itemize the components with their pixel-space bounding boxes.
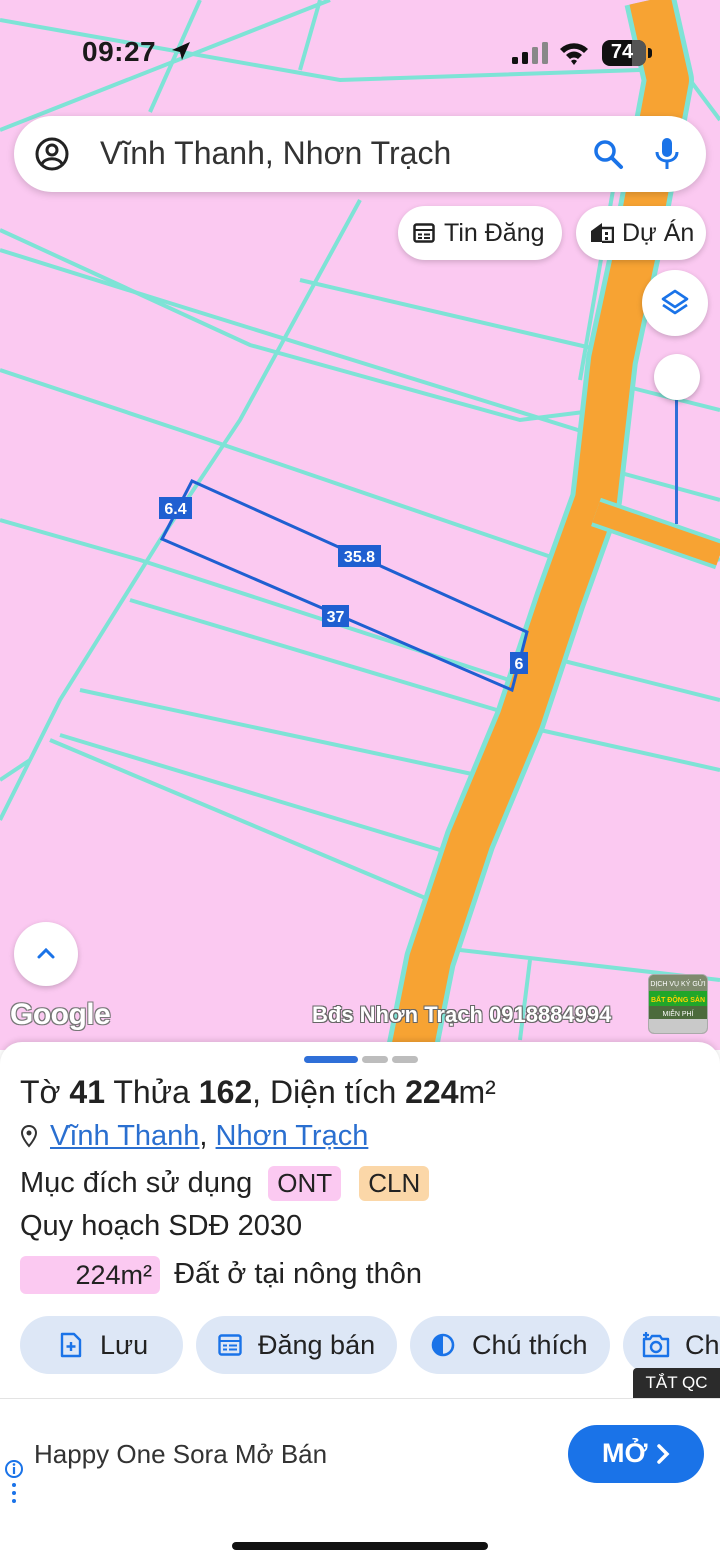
ad-text[interactable]: Happy One Sora Mở Bán (34, 1439, 327, 1470)
search-bar[interactable]: Vĩnh Thanh, Nhơn Trạch (14, 116, 706, 192)
promo-line-1: DỊCH VỤ KÝ GỬI (650, 979, 705, 988)
camera-add-icon (642, 1332, 670, 1358)
legend-button[interactable]: Chú thích (410, 1316, 610, 1374)
listings-chip[interactable]: Tin Đăng (398, 206, 562, 260)
building-icon (591, 223, 614, 243)
plan-area-value: 224m² (75, 1260, 152, 1290)
map-watermark: Bđs Nhơn Trạch 0918884994 (312, 1002, 612, 1027)
projects-chip[interactable]: Dự Án (576, 206, 706, 260)
promo-thumbnail[interactable]: DỊCH VỤ KÝ GỬI BẤT ĐỘNG SẢN MIỄN PHÍ (648, 974, 708, 1034)
battery-icon: 74 (602, 40, 652, 66)
ad-open-button[interactable]: MỞ (568, 1425, 704, 1483)
expand-up-button[interactable] (14, 922, 78, 986)
wifi-icon (560, 43, 588, 65)
save-button-label: Lưu (100, 1330, 149, 1360)
land-use-tag-cln: CLN (359, 1166, 430, 1201)
projects-chip-label: Dự Án (622, 219, 695, 247)
search-input[interactable]: Vĩnh Thanh, Nhơn Trạch (100, 135, 451, 172)
location-arrow-icon (172, 42, 190, 60)
sheet-page-indicator[interactable] (362, 1056, 388, 1063)
status-time: 09:27 (82, 36, 157, 67)
hide-ads-button[interactable]: TẮT QC (633, 1368, 720, 1398)
plan-area-row: 224m² Đất ở tại nông thôn (20, 1256, 422, 1294)
edge-label-east: 6 (515, 656, 524, 673)
plan-color-swatch: 224m² (20, 1256, 160, 1294)
area-value: 224 (405, 1074, 459, 1110)
parcel-title: Tờ 41 Thửa 162, Diện tích 224m² (20, 1074, 496, 1111)
parcel-number: 162 (198, 1074, 253, 1110)
parcel-location: Vĩnh Thanh, Nhơn Trạch (20, 1120, 368, 1153)
chevron-up-icon (37, 947, 55, 959)
listing-icon (218, 1334, 242, 1356)
commune-link[interactable]: Vĩnh Thanh (50, 1120, 199, 1152)
layers-button[interactable] (642, 270, 708, 336)
capture-button-label: Ch (685, 1330, 720, 1360)
district-link[interactable]: Nhơn Trạch (216, 1120, 369, 1152)
capture-button[interactable]: Ch (623, 1316, 720, 1374)
edge-label-north: 35.8 (344, 549, 375, 566)
contrast-icon (431, 1333, 455, 1357)
parcel-label: Thửa (113, 1074, 190, 1110)
location-pin-icon (20, 1124, 38, 1148)
land-use-tag-ont: ONT (268, 1166, 342, 1201)
sheet-number: 41 (69, 1074, 106, 1110)
layers-icon (661, 289, 689, 315)
post-for-sale-label: Đăng bán (258, 1330, 376, 1360)
edge-label-west: 6.4 (164, 501, 186, 518)
account-icon[interactable] (34, 136, 70, 172)
promo-line-3: MIỄN PHÍ (662, 1009, 693, 1018)
listings-icon (413, 223, 435, 243)
file-add-icon (60, 1332, 82, 1358)
search-icon[interactable] (592, 138, 624, 170)
ad-open-label: MỞ (602, 1438, 648, 1468)
legend-button-label: Chú thích (472, 1330, 588, 1360)
sheet-page-indicator-active[interactable] (304, 1056, 358, 1063)
edge-label-south: 37 (327, 609, 345, 626)
save-button[interactable]: Lưu (20, 1316, 183, 1374)
plan-land-type: Đất ở tại nông thôn (174, 1257, 423, 1290)
sheet-page-indicator[interactable] (392, 1056, 418, 1063)
battery-level: 74 (610, 41, 634, 63)
ad-info-icon[interactable] (4, 1459, 24, 1507)
promo-thumbnail-image: DỊCH VỤ KÝ GỬI BẤT ĐỘNG SẢN MIỄN PHÍ (649, 975, 707, 1033)
chevron-right-icon (657, 1444, 670, 1464)
sheet-prefix: Tờ (20, 1074, 61, 1110)
cellular-signal-icon (512, 42, 548, 64)
opacity-slider-handle[interactable] (654, 354, 700, 400)
status-bar: 09:27 74 (0, 0, 720, 100)
land-use-label: Mục đích sử dụng (20, 1167, 253, 1199)
microphone-icon[interactable] (654, 136, 680, 172)
plan-title: Quy hoạch SDĐ 2030 (20, 1210, 303, 1242)
post-for-sale-button[interactable]: Đăng bán (196, 1316, 397, 1374)
area-unit: m² (458, 1074, 496, 1110)
area-label: , Diện tích (252, 1074, 397, 1110)
listings-chip-label: Tin Đăng (444, 219, 545, 247)
google-logo: Google (10, 998, 111, 1031)
land-use-row: Mục đích sử dụng ONT CLN (20, 1166, 430, 1201)
ad-banner[interactable]: Happy One Sora Mở Bán MỞ (0, 1398, 720, 1509)
home-indicator[interactable] (232, 1542, 488, 1550)
